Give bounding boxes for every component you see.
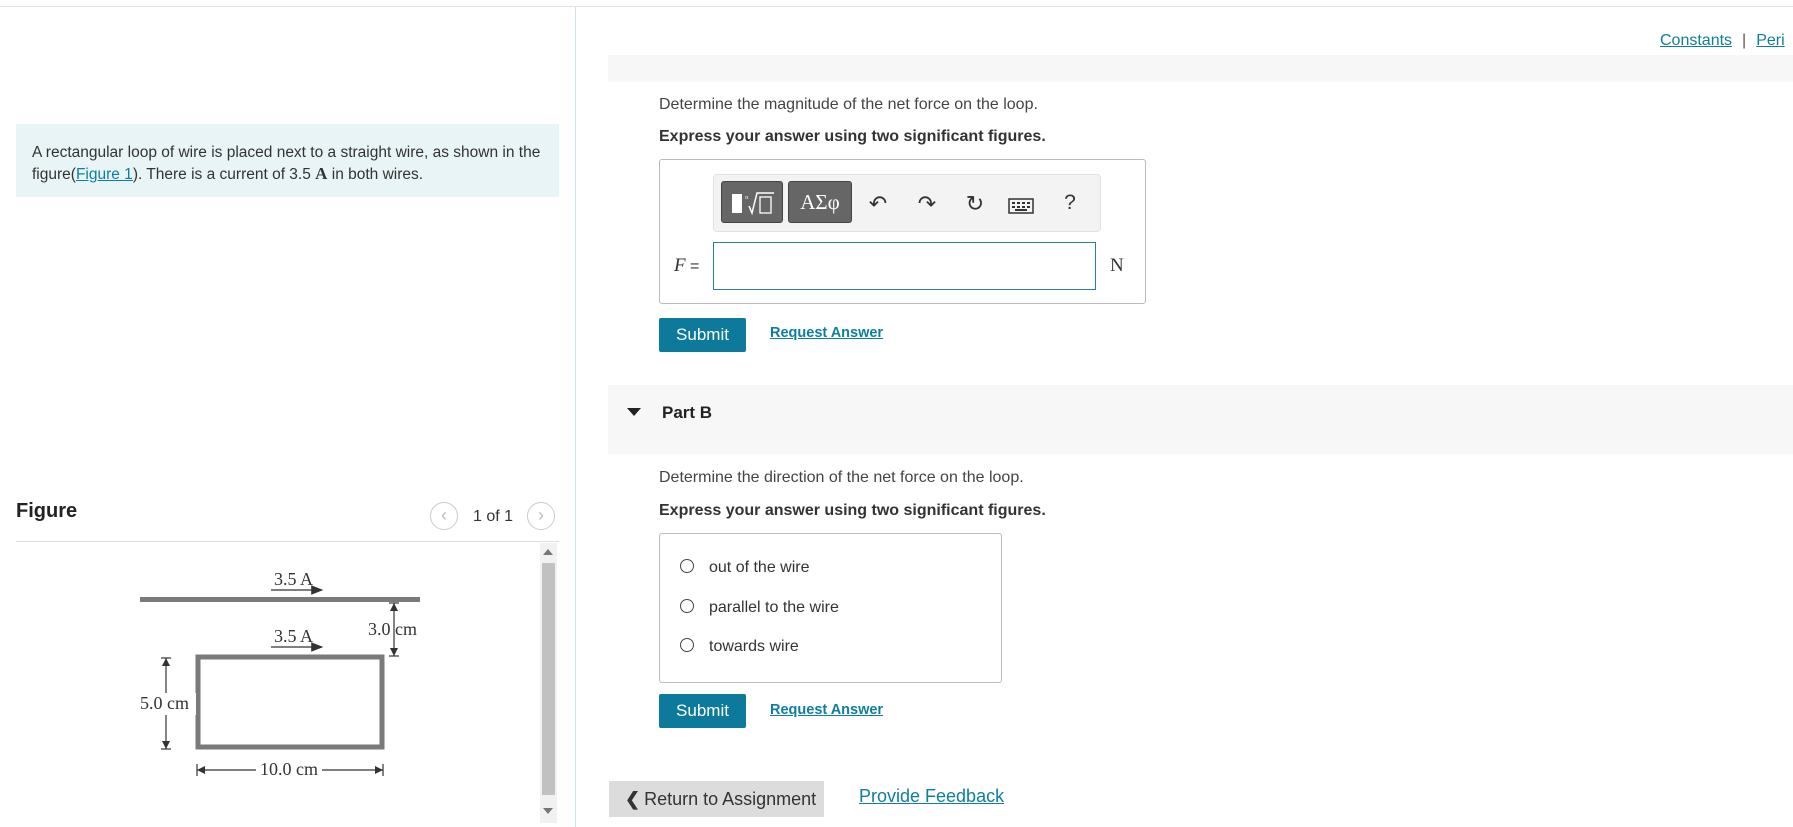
math-toolbar: ⁿ ΑΣφ ↶ ↷ ↻ ? xyxy=(713,174,1101,232)
option-label-2[interactable]: parallel to the wire xyxy=(709,599,839,617)
straight-wire xyxy=(140,597,420,602)
gap-label: 3.0 cm xyxy=(368,619,417,639)
reset-icon[interactable]: ↻ xyxy=(961,191,989,217)
figure-next-button[interactable]: › xyxy=(527,502,555,530)
part-a-instruction: Express your answer using two significan… xyxy=(659,128,1046,145)
wire-current-label: 3.5 A xyxy=(274,569,313,589)
chevron-left-icon: ‹ xyxy=(441,505,447,525)
svg-text:ⁿ: ⁿ xyxy=(745,193,749,205)
figure-title: Figure xyxy=(16,500,78,522)
intro-text-end: in both wires. xyxy=(327,166,424,183)
option-label-1[interactable]: out of the wire xyxy=(709,559,810,577)
option-radio-2[interactable] xyxy=(680,599,694,613)
figure-prev-button[interactable]: ‹ xyxy=(430,502,458,530)
answer-variable: F = xyxy=(674,255,700,276)
part-b-request-answer-link[interactable]: Request Answer xyxy=(770,702,883,718)
templates-icon: ⁿ xyxy=(732,192,774,216)
figure-diagram: 3.5 A 3.5 A 3.0 cm 5.0 cm 10.0 cm xyxy=(140,569,420,780)
templates-button[interactable]: ⁿ xyxy=(721,181,783,223)
header-links: Constants | Peri xyxy=(1660,32,1785,50)
caret-down-icon[interactable] xyxy=(627,408,641,416)
intro-text-mid: ). There is a current of 3.5 xyxy=(132,166,316,183)
greek-symbols-button[interactable]: ΑΣφ xyxy=(788,181,852,223)
part-a-submit-button[interactable]: Submit xyxy=(659,318,746,352)
part-a-question: Determine the magnitude of the net force… xyxy=(659,96,1038,113)
width-label: 10.0 cm xyxy=(260,759,318,779)
periodic-table-link[interactable]: Peri xyxy=(1756,32,1784,49)
figure-link[interactable]: Figure 1 xyxy=(76,166,133,183)
height-label: 5.0 cm xyxy=(140,693,189,713)
option-radio-3[interactable] xyxy=(680,638,694,652)
part-b-header[interactable] xyxy=(608,385,1793,454)
pane-divider[interactable] xyxy=(575,7,576,827)
help-button[interactable]: ? xyxy=(1056,191,1084,215)
part-b-submit-button[interactable]: Submit xyxy=(659,694,746,728)
part-b-instruction: Express your answer using two significan… xyxy=(659,502,1046,519)
undo-icon[interactable]: ↶ xyxy=(864,191,892,217)
problem-intro: A rectangular loop of wire is placed nex… xyxy=(16,124,559,197)
part-a-request-answer-link[interactable]: Request Answer xyxy=(770,325,883,341)
figure-separator xyxy=(16,541,559,542)
constants-link[interactable]: Constants xyxy=(1660,32,1732,49)
part-b-question: Determine the direction of the net force… xyxy=(659,469,1024,486)
option-label-3[interactable]: towards wire xyxy=(709,638,799,656)
part-b-title[interactable]: Part B xyxy=(662,403,712,423)
scroll-down-icon[interactable] xyxy=(543,808,553,814)
figure-scroll-thumb[interactable] xyxy=(542,563,555,795)
part-a-header-bar xyxy=(608,55,1793,82)
chevron-left-icon: ❮ xyxy=(625,789,641,809)
wire-loop xyxy=(195,654,385,750)
provide-feedback-link[interactable]: Provide Feedback xyxy=(859,786,1004,807)
current-unit: A xyxy=(315,164,328,183)
return-to-assignment-button[interactable]: ❮ Return to Assignment xyxy=(609,781,824,817)
scroll-up-icon[interactable] xyxy=(543,549,553,555)
answer-unit: N xyxy=(1110,255,1124,276)
chevron-right-icon: › xyxy=(538,505,544,525)
answer-input[interactable] xyxy=(713,242,1096,290)
return-label: Return to Assignment xyxy=(644,789,817,809)
top-divider xyxy=(0,6,1793,7)
figure-pager: 1 of 1 xyxy=(473,508,514,525)
redo-icon[interactable]: ↷ xyxy=(913,191,941,217)
keyboard-icon[interactable] xyxy=(1007,195,1035,221)
loop-current-label: 3.5 A xyxy=(274,626,313,646)
option-radio-1[interactable] xyxy=(680,559,694,573)
link-separator: | xyxy=(1742,32,1747,49)
